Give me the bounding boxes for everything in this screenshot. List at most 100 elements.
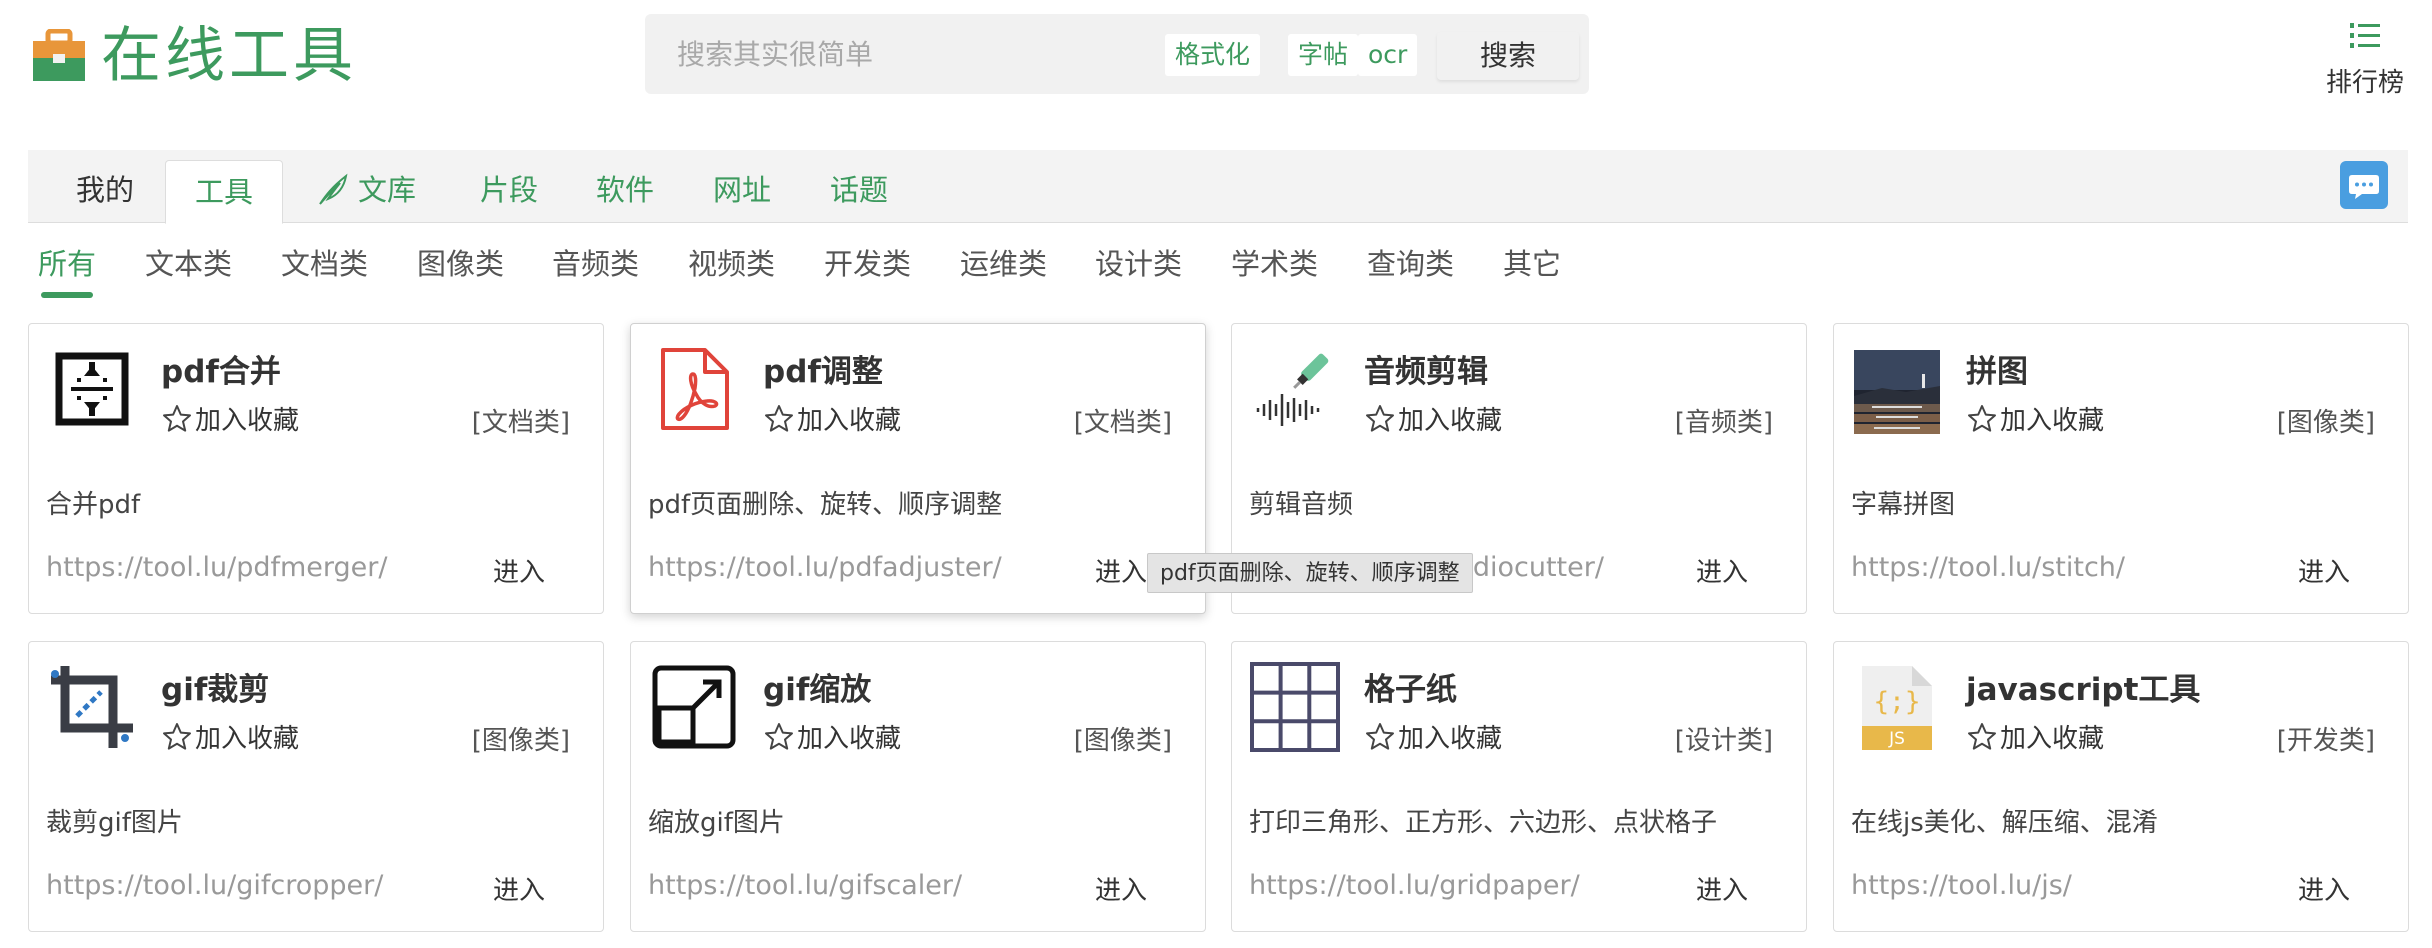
tool-title[interactable]: pdf调整 (763, 346, 883, 391)
tab-snippets[interactable]: 片段 (480, 170, 538, 210)
pdf-icon (661, 348, 729, 430)
tool-title[interactable]: gif缩放 (763, 664, 871, 709)
category-image[interactable]: 图像类 (417, 244, 504, 284)
enter-link[interactable]: 进入 (492, 552, 545, 589)
search-bar: 格式化 字帖 ocr 搜索 (645, 14, 1589, 94)
enter-link[interactable]: 进入 (2297, 552, 2350, 589)
tool-url[interactable]: https://tool.lu/gifcropper/ (46, 870, 383, 901)
favorite-label: 加入收藏 (2000, 406, 2105, 436)
tab-urls[interactable]: 网址 (713, 170, 771, 210)
tool-description: 剪辑音频 (1249, 490, 1354, 520)
category-dev[interactable]: 开发类 (824, 244, 911, 284)
tab-library-label: 文库 (358, 173, 417, 207)
tool-description: 在线js美化、解压缩、混淆 (1851, 808, 2158, 838)
tool-card[interactable]: pdf调整 加入收藏 [文档类] pdf页面删除、旋转、顺序调整 https:/… (630, 323, 1206, 614)
tab-topics[interactable]: 话题 (830, 170, 888, 210)
category-other[interactable]: 其它 (1503, 244, 1561, 284)
site-title: 在线工具 (101, 21, 357, 91)
category-text[interactable]: 文本类 (145, 244, 232, 284)
category-ops[interactable]: 运维类 (960, 244, 1047, 284)
favorite-button[interactable]: 加入收藏 (763, 718, 901, 755)
tab-software[interactable]: 软件 (596, 170, 654, 210)
tool-category: [文档类] (1073, 408, 1172, 438)
favorite-button[interactable]: 加入收藏 (1966, 400, 2104, 437)
enter-link[interactable]: 进入 (2297, 870, 2350, 907)
tool-card[interactable]: gif缩放 加入收藏 [图像类] 缩放gif图片 https://tool.lu… (630, 641, 1206, 932)
category-video[interactable]: 视频类 (688, 244, 775, 284)
tool-card[interactable]: pdf合并 加入收藏 [文档类] 合并pdf https://tool.lu/p… (28, 323, 604, 614)
tool-category: [开发类] (2276, 726, 2375, 756)
favorite-label: 加入收藏 (1398, 406, 1503, 436)
tool-title[interactable]: pdf合并 (161, 346, 281, 391)
enter-link[interactable]: 进入 (1094, 870, 1147, 907)
site-logo[interactable]: 在线工具 (31, 26, 357, 86)
category-query[interactable]: 查询类 (1367, 244, 1454, 284)
feather-icon (319, 173, 348, 205)
tool-url[interactable]: https://tool.lu/gridpaper/ (1249, 870, 1580, 901)
svg-text:{;}: {;} (1874, 687, 1921, 717)
tool-card[interactable]: 格子纸 加入收藏 [设计类] 打印三角形、正方形、六边形、点状格子 https:… (1231, 641, 1807, 932)
tool-description: 缩放gif图片 (648, 808, 785, 838)
star-icon (1968, 404, 1996, 432)
tool-description: pdf页面删除、旋转、顺序调整 (648, 490, 1003, 520)
chat-button[interactable] (2340, 161, 2388, 209)
chip-copybook[interactable]: 字帖 (1288, 34, 1359, 76)
chat-icon (2349, 175, 2379, 199)
search-button[interactable]: 搜索 (1437, 32, 1579, 80)
tool-card[interactable]: gif裁剪 加入收藏 [图像类] 裁剪gif图片 https://tool.lu… (28, 641, 604, 932)
tool-title[interactable]: 格子纸 (1364, 664, 1457, 709)
favorite-button[interactable]: 加入收藏 (161, 400, 299, 437)
tool-title[interactable]: 拼图 (1966, 346, 2028, 391)
tool-card[interactable]: JS {;} javascript工具 加入收藏 [开发类] 在线js美化、解压… (1833, 641, 2409, 932)
star-icon (163, 722, 191, 750)
enter-link[interactable]: 进入 (492, 870, 545, 907)
star-icon (765, 722, 793, 750)
tool-title[interactable]: gif裁剪 (161, 664, 269, 709)
tool-url[interactable]: https://tool.lu/js/ (1851, 870, 2072, 901)
tool-title[interactable]: 音频剪辑 (1364, 346, 1488, 391)
favorite-button[interactable]: 加入收藏 (1364, 718, 1502, 755)
category-academic[interactable]: 学术类 (1231, 244, 1318, 284)
category-document[interactable]: 文档类 (281, 244, 368, 284)
search-input[interactable] (677, 32, 1177, 76)
category-audio[interactable]: 音频类 (552, 244, 639, 284)
tab-mine[interactable]: 我的 (76, 170, 134, 210)
tool-description: 裁剪gif图片 (46, 808, 183, 838)
favorite-label: 加入收藏 (797, 406, 902, 436)
tooltip: pdf页面删除、旋转、顺序调整 (1147, 553, 1473, 593)
category-design[interactable]: 设计类 (1095, 244, 1182, 284)
category-active-indicator (41, 292, 93, 298)
star-icon (163, 404, 191, 432)
stitch-thumbnail-icon (1854, 350, 1940, 434)
favorite-button[interactable]: 加入收藏 (1364, 400, 1502, 437)
tool-card[interactable]: 拼图 加入收藏 [图像类] 字幕拼图 https://tool.lu/stitc… (1833, 323, 2409, 614)
js-file-icon: JS {;} (1862, 666, 1932, 750)
tab-library[interactable]: 文库 (316, 170, 416, 210)
tool-description: 字幕拼图 (1851, 490, 1956, 520)
tool-category: [图像类] (2276, 408, 2375, 438)
audio-cut-icon (1256, 353, 1329, 426)
rank-label: 排行榜 (2325, 68, 2404, 98)
chip-format[interactable]: 格式化 (1165, 34, 1261, 76)
tool-description: 合并pdf (46, 490, 141, 520)
tool-url[interactable]: https://tool.lu/stitch/ (1851, 552, 2125, 583)
enter-link[interactable]: 进入 (1094, 552, 1147, 589)
tool-category: [音频类] (1674, 408, 1773, 438)
tool-title[interactable]: javascript工具 (1966, 664, 2200, 709)
list-icon (2350, 23, 2380, 48)
tool-url[interactable]: https://tool.lu/gifscaler/ (648, 870, 962, 901)
tool-category: [图像类] (1073, 726, 1172, 756)
tool-url[interactable]: https://tool.lu/pdfmerger/ (46, 552, 387, 583)
tab-tools[interactable]: 工具 (165, 160, 284, 224)
enter-link[interactable]: 进入 (1695, 870, 1748, 907)
enter-link[interactable]: 进入 (1695, 552, 1748, 589)
tool-url[interactable]: https://tool.lu/pdfadjuster/ (648, 552, 1002, 583)
star-icon (765, 404, 793, 432)
favorite-button[interactable]: 加入收藏 (763, 400, 901, 437)
chip-ocr[interactable]: ocr (1358, 34, 1418, 76)
rank-link[interactable]: 排行榜 (2300, 20, 2430, 99)
pdf-merge-icon (55, 352, 129, 426)
category-all[interactable]: 所有 (38, 244, 96, 284)
favorite-button[interactable]: 加入收藏 (1966, 718, 2104, 755)
favorite-button[interactable]: 加入收藏 (161, 718, 299, 755)
